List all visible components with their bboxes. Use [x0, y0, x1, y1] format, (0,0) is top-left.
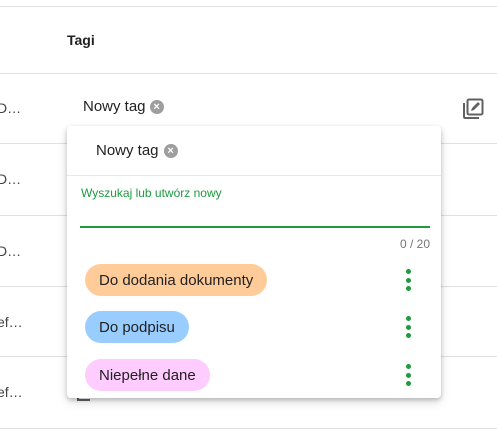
character-counter: 0 / 20 — [399, 237, 430, 251]
row-tag-chip[interactable]: Nowy tag × — [83, 98, 164, 115]
row-divider — [0, 73, 497, 74]
tags-table-view: Tagi D… D… D… ef… ef… Nowy tag × Nowy ta… — [0, 0, 497, 445]
remove-tag-icon[interactable]: × — [149, 99, 164, 114]
more-vert-icon[interactable] — [405, 364, 411, 386]
row-divider — [0, 428, 497, 429]
tag-option-do-podpisu[interactable]: Do podpisu — [85, 311, 189, 343]
more-vert-icon[interactable] — [405, 316, 411, 338]
row-4-truncated-cell: ef… — [0, 314, 23, 330]
more-vert-icon[interactable] — [405, 269, 411, 291]
selected-tag-chip[interactable]: Nowy tag × — [96, 142, 178, 159]
row-5-truncated-cell: ef… — [0, 384, 23, 400]
tag-dropdown-panel: Nowy tag × Wyszukaj lub utwórz nowy 0 / … — [67, 126, 441, 398]
row-3-truncated-cell: D… — [0, 243, 22, 259]
edit-icon[interactable] — [461, 97, 485, 121]
tag-option-do-dodania-dokumenty[interactable]: Do dodania dokumenty — [85, 264, 268, 296]
row-tag-label: Nowy tag — [83, 98, 146, 115]
tag-option-niepelne-dane[interactable]: Niepełne dane — [85, 359, 210, 391]
row-1-truncated-cell: D… — [0, 100, 22, 116]
panel-divider — [67, 175, 441, 176]
selected-tag-label: Nowy tag — [96, 142, 159, 159]
row-divider — [0, 6, 497, 7]
remove-tag-icon[interactable]: × — [163, 143, 178, 158]
search-input-underline — [80, 226, 430, 228]
search-label: Wyszukaj lub utwórz nowy — [81, 186, 222, 200]
column-header-tags: Tagi — [67, 32, 95, 48]
row-2-truncated-cell: D… — [0, 171, 22, 187]
